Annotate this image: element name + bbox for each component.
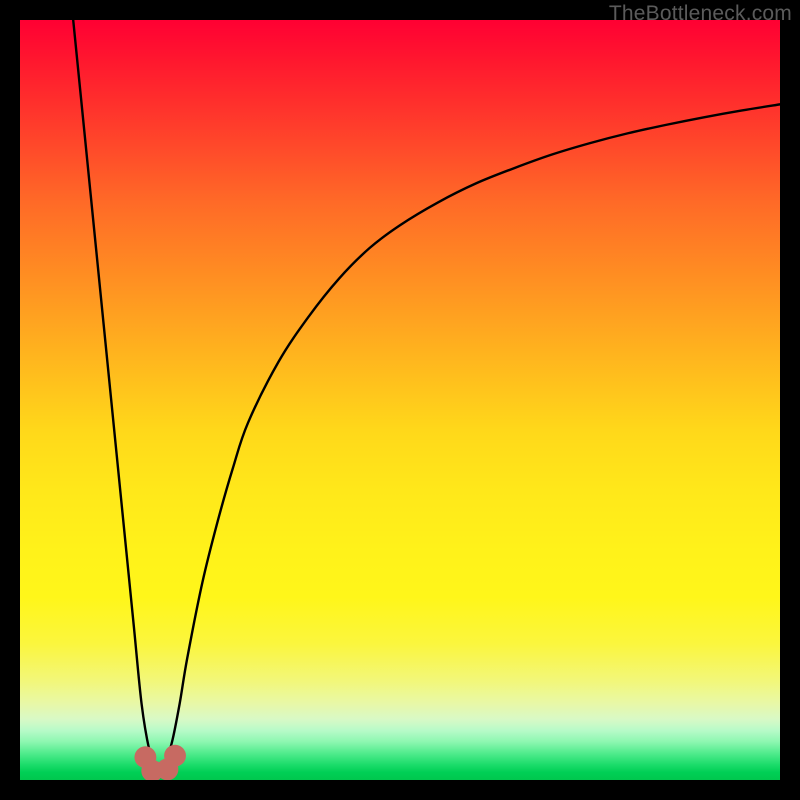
outer-frame: TheBottleneck.com [0,0,800,800]
curve-markers [134,745,186,780]
curve-svg [20,20,780,780]
curve-layer [73,20,780,780]
marker-notch-right [164,745,186,767]
plot-area [20,20,780,780]
watermark-text: TheBottleneck.com [609,2,792,26]
bottleneck-curve [73,20,780,773]
